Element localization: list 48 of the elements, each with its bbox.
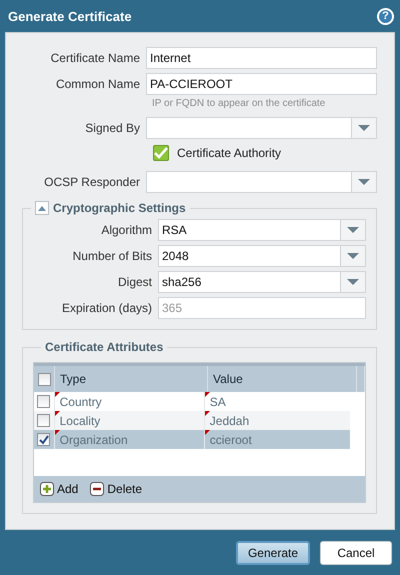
select-field[interactable] <box>146 171 377 193</box>
select-field[interactable]: RSA <box>158 219 366 241</box>
group-title: Cryptographic Settings <box>53 201 186 215</box>
help-button[interactable]: ? <box>377 8 394 24</box>
checkbox[interactable] <box>153 145 169 161</box>
field-label: OCSP Responder <box>43 175 141 189</box>
checkbox-label: Certificate Authority <box>177 146 282 160</box>
field-label: Signed By <box>84 121 141 135</box>
select-field[interactable]: sha256 <box>158 271 366 293</box>
group-title: Certificate Attributes <box>45 340 164 354</box>
table-cell: SA <box>210 394 226 408</box>
dropdown-icon <box>358 178 370 186</box>
field-label: Certificate Name <box>50 51 141 65</box>
table-cell: ccieroot <box>210 432 252 446</box>
collapse-button[interactable] <box>35 201 49 215</box>
dropdown-icon <box>358 124 370 132</box>
input-field[interactable]: Internet <box>146 47 377 69</box>
column-header[interactable]: Value <box>208 366 357 392</box>
field-label: Number of Bits <box>72 249 153 263</box>
table-cell: Organization <box>60 432 128 446</box>
dropdown-icon <box>347 226 359 234</box>
hint-text: IP or FQDN to appear on the certificate <box>152 98 326 109</box>
input-field[interactable]: PA-CCIEROOT <box>146 73 377 95</box>
table-cell: Country <box>60 394 102 408</box>
caret-icon <box>38 206 46 210</box>
table-cell: Locality <box>60 414 100 428</box>
generate-button[interactable]: Generate <box>236 540 310 564</box>
select-field[interactable] <box>146 117 377 139</box>
cancel-button[interactable]: Cancel <box>320 540 392 564</box>
modified-flag-icon <box>204 411 210 416</box>
delete-button[interactable]: Delete <box>90 482 142 496</box>
window-title: Generate Certificate <box>8 8 132 24</box>
field-label: Algorithm <box>100 223 153 237</box>
select-field[interactable]: 2048 <box>158 245 366 267</box>
table-cell: Jeddah <box>210 414 250 428</box>
checkbox[interactable] <box>37 414 50 427</box>
plus-icon <box>40 482 54 496</box>
dropdown-icon <box>347 252 359 260</box>
dropdown-icon <box>347 278 359 286</box>
minus-icon <box>90 482 104 496</box>
field-label: Digest <box>116 275 153 289</box>
add-button[interactable]: Add <box>40 482 78 496</box>
checkbox[interactable] <box>37 433 50 446</box>
table-row[interactable]: Locality Jeddah <box>34 411 350 430</box>
field-label: Expiration (days) <box>60 301 153 315</box>
checkbox[interactable] <box>37 395 50 408</box>
checkbox[interactable] <box>38 372 50 386</box>
field-label: Common Name <box>54 77 141 91</box>
